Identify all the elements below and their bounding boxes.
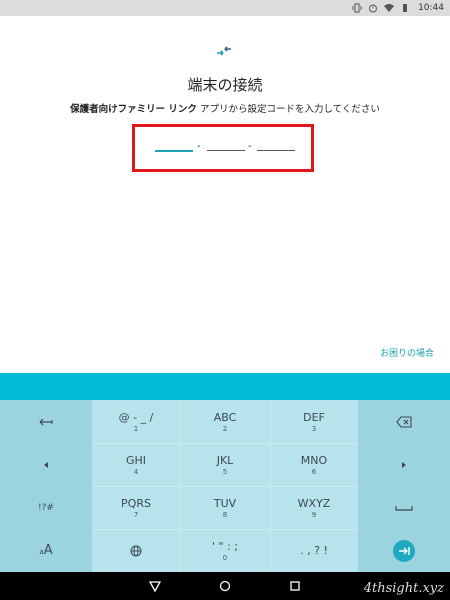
key-punctuation[interactable]: . , ? ! — [270, 529, 358, 572]
caret-right-icon — [402, 461, 406, 468]
alarm-icon — [369, 4, 378, 13]
key-9-num: 9 — [311, 510, 317, 519]
key-6-num: 6 — [311, 467, 317, 476]
key-symbols-label: !?# — [38, 502, 54, 513]
key-7-num: 7 — [133, 510, 139, 519]
key-0-num: 0 — [222, 553, 228, 562]
key-5[interactable]: JKL 5 — [180, 443, 270, 486]
battery-icon — [403, 4, 408, 12]
key-enter[interactable] — [358, 529, 450, 572]
home-circle-icon[interactable] — [219, 580, 231, 592]
space-bar-icon — [395, 505, 413, 511]
key-8[interactable]: TUV 8 — [180, 486, 270, 529]
key-0-label: ' " : ; — [212, 539, 238, 553]
key-space[interactable] — [358, 486, 450, 529]
caret-left-icon — [44, 461, 48, 468]
navigation-bar: 4thsight.xyz — [0, 572, 450, 600]
watermark: 4thsight.xyz — [363, 581, 444, 596]
status-time: 10:44 — [418, 3, 444, 13]
back-triangle-icon[interactable] — [149, 580, 161, 592]
key-3-num: 3 — [311, 424, 317, 433]
key-1-label: @ - _ / — [118, 410, 154, 424]
key-7[interactable]: PQRS 7 — [92, 486, 180, 529]
key-2-num: 2 — [222, 424, 228, 433]
key-2-label: ABC — [213, 410, 237, 424]
key-4-num: 4 — [133, 467, 139, 476]
keyboard: @ - _ /1 ABC 2 DEF 3 GHI 4 JKL 5 MNO 6 !?# PQ… — [0, 400, 450, 572]
screen: 10:44 端末の接続 保護者向けファミリー リンク アプリから設定コードを入力… — [0, 0, 450, 600]
key-back-arrow[interactable] — [0, 400, 92, 443]
key-6-label: MNO — [300, 453, 328, 467]
enter-icon — [393, 539, 415, 562]
key-divider — [92, 529, 358, 530]
key-5-label: JKL — [216, 453, 234, 467]
subtitle-app-name: 保護者向けファミリー リンク — [70, 104, 197, 115]
key-8-label: TUV — [213, 496, 237, 510]
key-3-label: DEF — [303, 410, 325, 424]
key-5-num: 5 — [222, 467, 228, 476]
subtitle-instruction: アプリから設定コードを入力してください — [196, 104, 380, 115]
key-divider — [92, 486, 358, 487]
key-delete[interactable] — [358, 400, 450, 443]
code-input-1[interactable] — [155, 150, 193, 152]
key-cursor-right[interactable] — [358, 443, 450, 486]
key-6[interactable]: MNO 6 — [270, 443, 358, 486]
key-9-label: WXYZ — [297, 496, 331, 510]
key-9[interactable]: WXYZ 9 — [270, 486, 358, 529]
vibrate-icon — [352, 3, 362, 13]
recents-square-icon[interactable] — [289, 580, 301, 592]
key-divider — [92, 443, 358, 444]
code-input-3[interactable] — [257, 150, 295, 151]
page-title: 端末の接続 — [187, 76, 263, 94]
globe-icon — [130, 545, 142, 556]
wifi-icon — [384, 4, 395, 12]
key-language[interactable] — [92, 529, 180, 572]
key-divider — [270, 400, 271, 572]
key-8-num: 8 — [222, 510, 228, 519]
key-0[interactable]: ' " : ; 0 — [180, 529, 270, 572]
backspace-icon — [396, 415, 412, 428]
key-2[interactable]: ABC 2 — [180, 400, 270, 443]
key-divider — [180, 400, 181, 572]
code-separator-2: - — [248, 141, 252, 152]
key-3[interactable]: DEF 3 — [270, 400, 358, 443]
key-symbols[interactable]: !?# — [0, 486, 92, 529]
key-cursor-left[interactable] — [0, 443, 92, 486]
case-toggle-label: aA — [39, 543, 53, 558]
key-case-toggle[interactable]: aA — [0, 529, 92, 572]
code-highlight-box: - - — [132, 124, 314, 172]
status-bar: 10:44 — [0, 0, 450, 16]
key-1-num: 1 — [133, 424, 139, 433]
content-area: 端末の接続 保護者向けファミリー リンク アプリから設定コードを入力してください… — [0, 16, 450, 373]
page-subtitle: 保護者向けファミリー リンク アプリから設定コードを入力してください — [0, 101, 450, 115]
code-separator-1: - — [197, 141, 201, 152]
key-1[interactable]: @ - _ /1 — [92, 400, 180, 443]
key-7-label: PQRS — [121, 496, 151, 510]
keyboard-top-bar — [0, 373, 450, 400]
family-link-logo-icon — [217, 46, 231, 56]
code-input-2[interactable] — [207, 150, 245, 151]
key-4[interactable]: GHI 4 — [92, 443, 180, 486]
back-arrow-icon — [39, 418, 53, 425]
key-punctuation-label: . , ? ! — [300, 544, 328, 557]
key-4-label: GHI — [125, 453, 147, 467]
help-link[interactable]: お困りの場合 — [380, 346, 434, 359]
